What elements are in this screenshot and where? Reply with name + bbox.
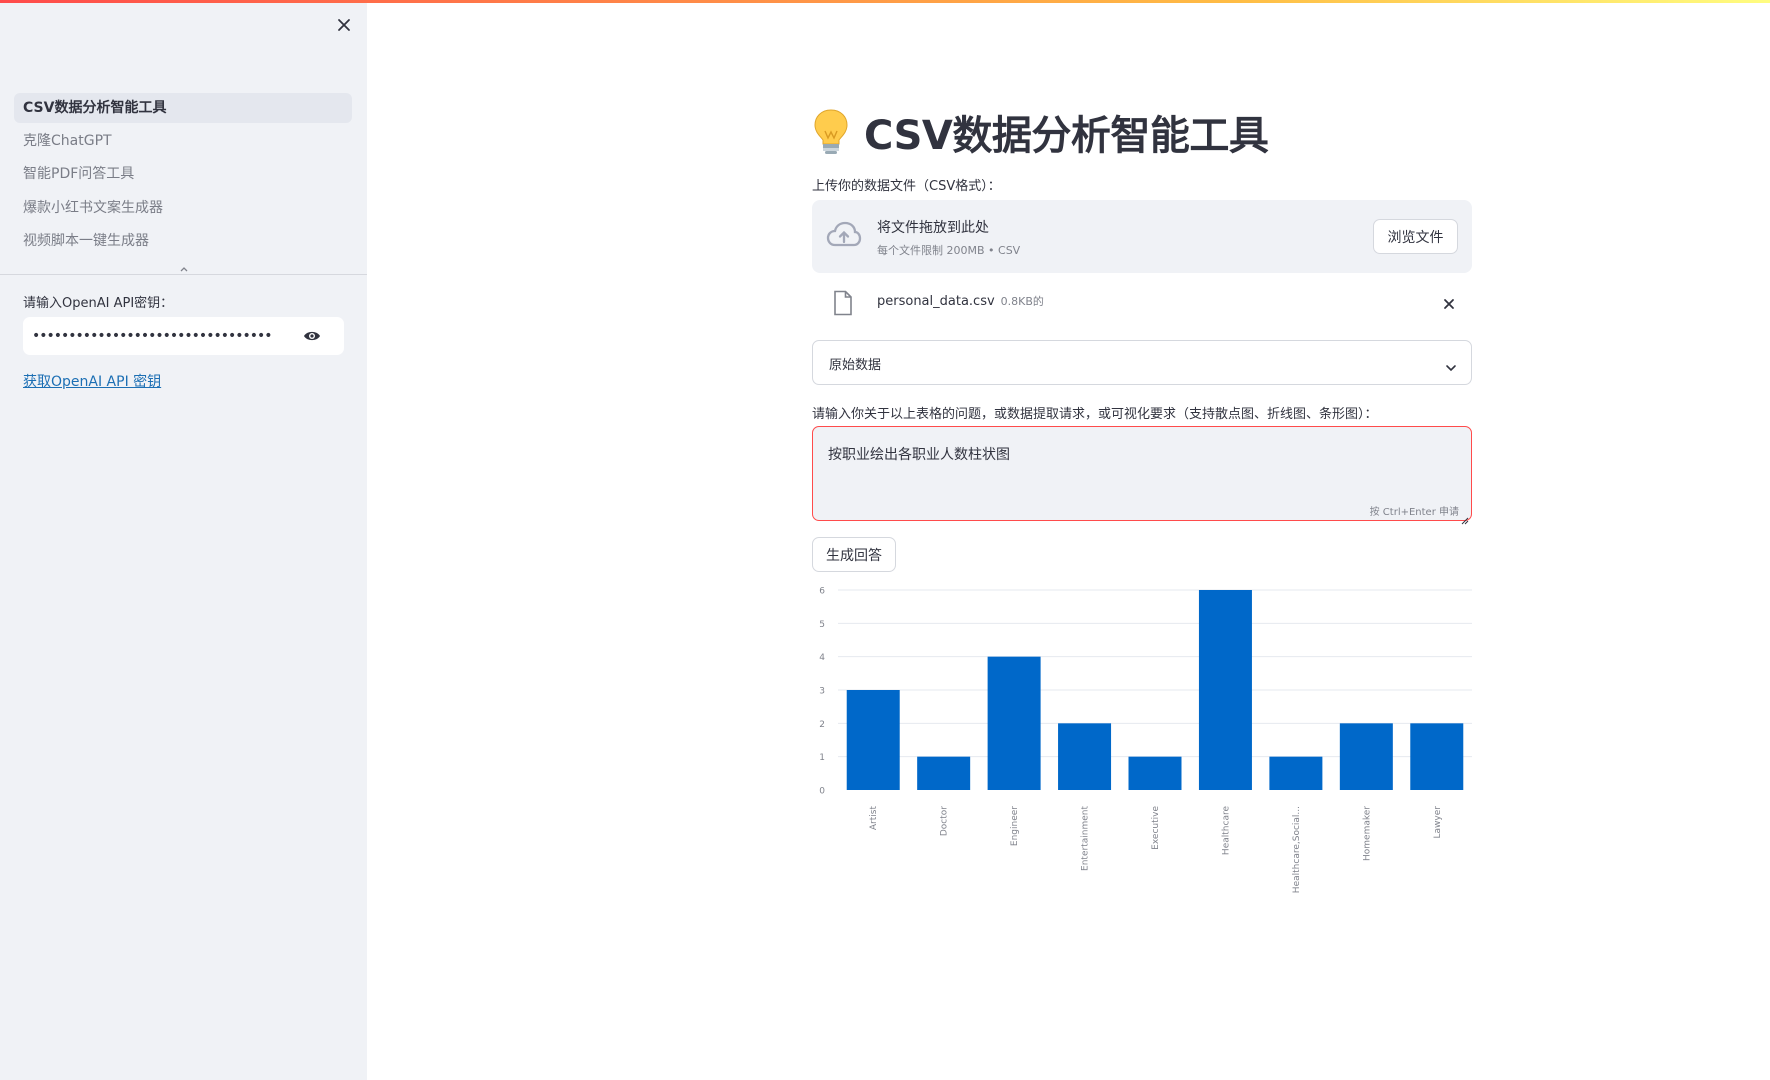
chart-bar: [987, 656, 1041, 790]
y-tick-label: 3: [819, 687, 825, 697]
x-tick-label: Homemaker: [1362, 806, 1372, 861]
sidebar-nav: CSV数据分析智能工具 克隆ChatGPT 智能PDF问答工具 爆款小红书文案生…: [14, 93, 352, 259]
y-tick-label: 4: [819, 653, 825, 663]
question-textarea[interactable]: 按职业绘出各职业人数柱状图 按 Ctrl+Enter 申请: [812, 426, 1472, 525]
y-tick-label: 5: [819, 620, 825, 630]
file-name: personal_data.csv 0.8KB的: [877, 293, 1044, 309]
sidebar-item-xiaohongshu[interactable]: 爆款小红书文案生成器: [14, 192, 352, 224]
question-text: 按职业绘出各职业人数柱状图: [828, 447, 1010, 463]
api-key-field: [23, 317, 344, 355]
x-tick-label: Engineer: [1010, 806, 1020, 846]
chevron-up-icon[interactable]: [178, 260, 190, 272]
x-tick-label: Healthcare: [1221, 806, 1231, 856]
cloud-upload-icon: [826, 220, 862, 250]
sidebar-item-clone-chatgpt[interactable]: 克隆ChatGPT: [14, 125, 352, 157]
sidebar-divider: [0, 274, 367, 275]
file-icon: [833, 290, 853, 316]
x-tick-label: Entertainment: [1081, 806, 1091, 871]
expander-label: 原始数据: [829, 358, 882, 373]
dropzone-limit: 每个文件限制 200MB • CSV: [877, 244, 1021, 257]
chart-bar: [1198, 590, 1252, 790]
submit-hint: 按 Ctrl+Enter 申请: [1369, 507, 1459, 518]
api-key-input[interactable]: [23, 317, 273, 355]
lightbulb-icon: [812, 107, 850, 157]
page-title: CSV数据分析智能工具: [812, 104, 1269, 160]
upload-label: 上传你的数据文件（CSV格式）：: [812, 179, 1001, 194]
chart-bar: [1410, 723, 1464, 790]
x-tick-label: Healthcare,Social...: [1292, 806, 1302, 893]
get-api-key-link[interactable]: 获取OpenAI API 密钥: [23, 371, 161, 391]
resize-handle-icon[interactable]: [1461, 510, 1469, 525]
occupation-bar-chart: 0 1 2 3 4 5 6 Artist Doctor Engineer Entertainmen…: [819, 587, 1472, 894]
chart-bar: [846, 690, 900, 790]
chart-bar: [1128, 756, 1182, 790]
x-tick-label: Artist: [869, 806, 879, 831]
x-tick-label: Executive: [1151, 806, 1161, 850]
file-name-text: personal_data.csv: [877, 294, 995, 309]
generate-answer-button[interactable]: 生成回答: [812, 537, 896, 572]
sidebar-item-pdf-qa[interactable]: 智能PDF问答工具: [14, 158, 352, 190]
chart-bar: [1269, 756, 1323, 790]
chart-y-ticks: 0 1 2 3 4 5 6: [819, 587, 825, 797]
chevron-down-icon: [1445, 358, 1457, 372]
uploaded-file-row: personal_data.csv 0.8KB的: [812, 285, 1472, 321]
top-decoration-bar: [0, 0, 1770, 3]
chart-x-ticks: Artist Doctor Engineer Entertainment Executi…: [869, 806, 1443, 894]
page-title-text: CSV数据分析智能工具: [864, 113, 1269, 159]
question-label: 请输入你关于以上表格的问题，或数据提取请求，或可视化要求（支持散点图、折线图、条…: [812, 407, 1378, 422]
sidebar: CSV数据分析智能工具 克隆ChatGPT 智能PDF问答工具 爆款小红书文案生…: [0, 0, 367, 1080]
sidebar-item-csv-tool[interactable]: CSV数据分析智能工具: [14, 93, 352, 123]
file-dropzone[interactable]: 将文件拖放到此处 每个文件限制 200MB • CSV 浏览文件: [812, 200, 1472, 273]
x-tick-label: Lawyer: [1433, 806, 1443, 839]
browse-files-button[interactable]: 浏览文件: [1373, 219, 1458, 254]
api-key-label: 请输入OpenAI API密钥：: [23, 296, 174, 311]
chart-bar: [1058, 723, 1112, 790]
chart-bar: [1339, 723, 1393, 790]
chart-bar: [917, 756, 971, 790]
remove-file-icon[interactable]: [1442, 296, 1456, 310]
dropzone-title: 将文件拖放到此处: [877, 220, 989, 236]
y-tick-label: 0: [819, 787, 825, 797]
y-tick-label: 6: [819, 587, 825, 597]
raw-data-expander[interactable]: 原始数据: [812, 340, 1472, 385]
y-tick-label: 2: [819, 720, 825, 730]
file-size: 0.8KB的: [1000, 295, 1044, 308]
eye-icon[interactable]: [303, 328, 321, 344]
sidebar-item-video-script[interactable]: 视频脚本一键生成器: [14, 225, 352, 257]
close-icon[interactable]: [333, 14, 355, 36]
y-tick-label: 1: [819, 753, 825, 763]
x-tick-label: Doctor: [940, 806, 950, 836]
